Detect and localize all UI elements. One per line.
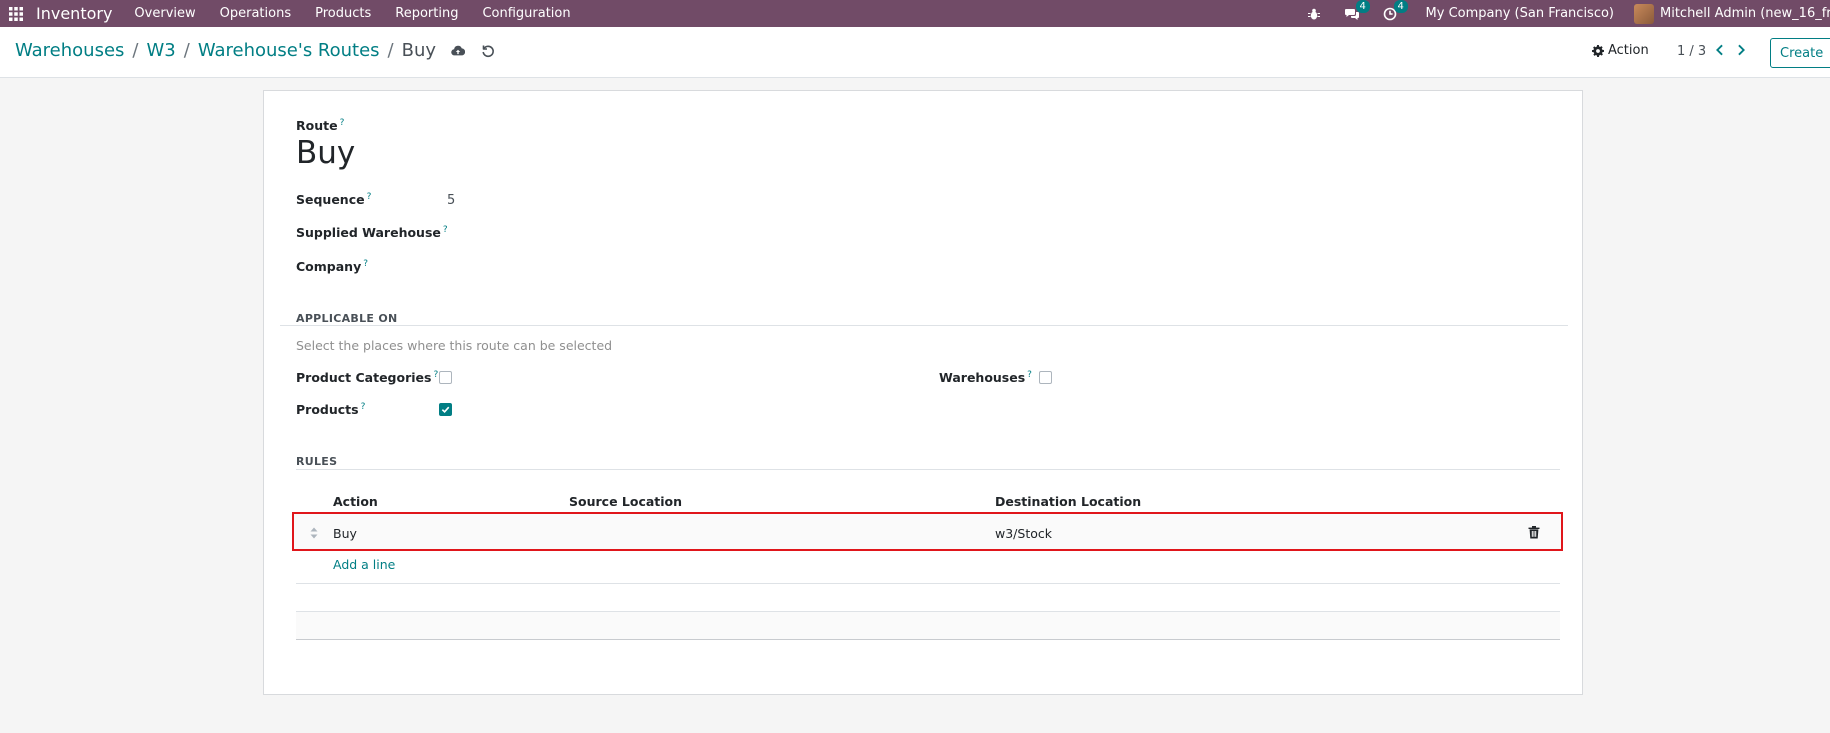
applicable-on-section-title: APPLICABLE ON: [296, 312, 398, 325]
checkmark-icon: [441, 406, 450, 414]
help-tooltip-icon[interactable]: ?: [367, 192, 372, 202]
apps-grid-icon[interactable]: [0, 0, 32, 27]
help-tooltip-icon[interactable]: ?: [361, 402, 366, 412]
user-menu[interactable]: Mitchell Admin (new_16_fresh: [1660, 6, 1830, 21]
drag-handle-icon[interactable]: [309, 527, 319, 539]
breadcrumb-warehouse-routes[interactable]: Warehouse's Routes: [198, 40, 380, 61]
help-tooltip-icon[interactable]: ?: [433, 370, 438, 380]
debug-bug-icon[interactable]: [1306, 6, 1322, 22]
menu-overview[interactable]: Overview: [134, 6, 195, 21]
help-tooltip-icon[interactable]: ?: [363, 259, 368, 269]
menu-products[interactable]: Products: [315, 6, 371, 21]
form-sheet: Route? Buy Sequence? 5 Supplied Warehous…: [263, 90, 1583, 695]
column-header-destination-location[interactable]: Destination Location: [995, 494, 1141, 509]
help-tooltip-icon[interactable]: ?: [1027, 370, 1032, 380]
create-button[interactable]: Create: [1770, 38, 1830, 68]
product-categories-checkbox[interactable]: [439, 371, 452, 384]
supplied-warehouse-label: Supplied Warehouse?: [296, 225, 448, 241]
product-categories-label: Product Categories?: [296, 370, 439, 386]
pager-next-chevron-icon[interactable]: [1734, 41, 1748, 59]
pager-value[interactable]: 1 / 3: [1677, 44, 1706, 59]
breadcrumb-separator: /: [132, 40, 139, 61]
column-header-source-location[interactable]: Source Location: [569, 494, 682, 509]
add-a-line-link[interactable]: Add a line: [333, 557, 395, 572]
route-name-field[interactable]: Buy: [296, 135, 355, 171]
applicable-on-help: Select the places where this route can b…: [296, 338, 613, 353]
sequence-field[interactable]: 5: [447, 193, 455, 208]
sequence-label: Sequence?: [296, 192, 372, 208]
menu-operations[interactable]: Operations: [220, 6, 291, 21]
products-checkbox[interactable]: [439, 403, 452, 416]
breadcrumb-separator: /: [183, 40, 190, 61]
supplied-warehouse-field[interactable]: [447, 225, 867, 243]
company-label: Company?: [296, 259, 368, 275]
breadcrumb-warehouses[interactable]: Warehouses: [15, 40, 124, 61]
action-menu-button[interactable]: Action: [1592, 43, 1649, 58]
delete-trash-icon[interactable]: [1528, 526, 1540, 539]
activities-clock-icon[interactable]: 4: [1382, 0, 1408, 22]
breadcrumb: Warehouses / W3 / Warehouse's Routes / B…: [15, 40, 496, 61]
breadcrumb-separator: /: [387, 40, 394, 61]
activities-count-badge: 4: [1393, 0, 1408, 13]
products-label: Products?: [296, 402, 366, 418]
pager-previous-chevron-icon[interactable]: [1712, 41, 1726, 59]
rule-destination-cell[interactable]: w3/Stock: [995, 526, 1052, 541]
column-header-action[interactable]: Action: [333, 494, 378, 509]
rule-action-cell[interactable]: Buy: [333, 526, 357, 541]
messages-count-badge: 4: [1355, 0, 1370, 13]
app-brand[interactable]: Inventory: [36, 4, 112, 23]
warehouses-checkbox[interactable]: [1039, 371, 1052, 384]
control-panel: Warehouses / W3 / Warehouse's Routes / B…: [0, 27, 1830, 78]
menu-reporting[interactable]: Reporting: [395, 6, 458, 21]
discard-undo-icon[interactable]: [480, 43, 496, 59]
gear-icon: [1592, 44, 1604, 57]
messages-icon[interactable]: 4: [1344, 0, 1370, 22]
table-row[interactable]: Buy w3/Stock: [292, 512, 1563, 551]
breadcrumb-w3[interactable]: W3: [147, 40, 176, 61]
user-avatar[interactable]: [1634, 3, 1654, 24]
table-bottom-border: [296, 639, 1560, 640]
action-label: Action: [1608, 43, 1649, 58]
section-divider: [280, 325, 1568, 326]
empty-table-row: [296, 611, 1560, 639]
company-switcher[interactable]: My Company (San Francisco): [1426, 6, 1614, 21]
warehouses-label: Warehouses?: [939, 370, 1032, 386]
breadcrumb-current: Buy: [401, 40, 437, 61]
help-tooltip-icon[interactable]: ?: [340, 118, 345, 128]
save-cloud-icon[interactable]: [450, 43, 466, 59]
company-field[interactable]: [447, 259, 867, 277]
route-label: Route?: [296, 118, 345, 134]
rules-section-title: RULES: [296, 455, 338, 468]
empty-table-row: [296, 583, 1560, 611]
top-navbar: Inventory Overview Operations Products R…: [0, 0, 1830, 27]
section-divider: [296, 469, 1560, 470]
menu-configuration[interactable]: Configuration: [482, 6, 570, 21]
